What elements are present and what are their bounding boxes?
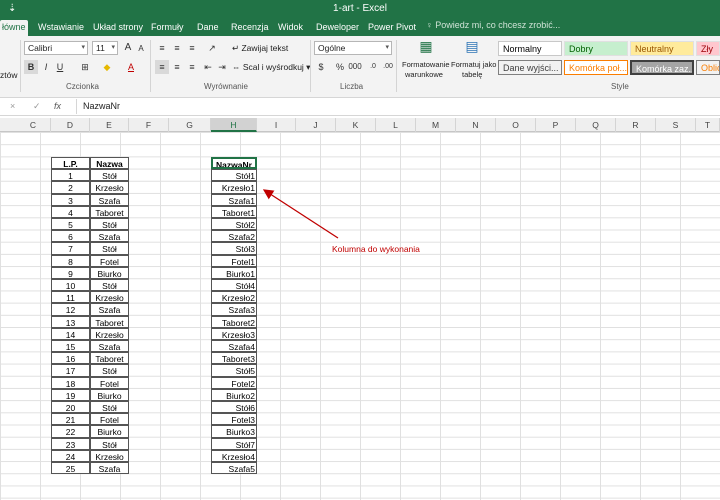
excel-window: ⇣ 1-art - Excel łówne Wstawianie Układ s… <box>0 0 720 500</box>
annotation-text: Kolumna do wykonania <box>332 244 420 254</box>
